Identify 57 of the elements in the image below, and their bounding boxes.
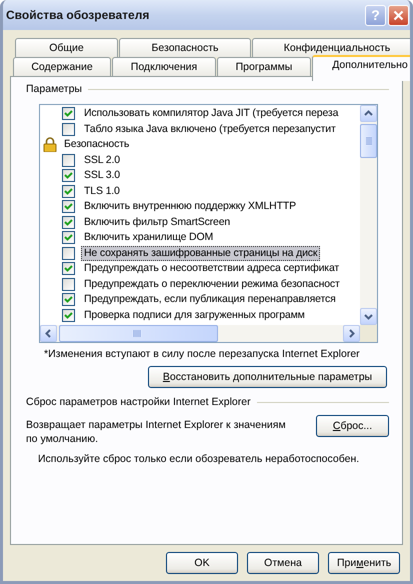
cancel-button[interactable]: Отмена <box>247 552 319 574</box>
checkbox[interactable] <box>62 107 75 120</box>
tab[interactable]: Содержание <box>13 57 111 76</box>
restore-defaults-button[interactable]: Восстановить дополнительные параметры <box>148 366 387 388</box>
setting-label[interactable]: Включить внутреннюю поддержку XMLHTTP <box>81 199 299 214</box>
reset-description: Возвращает параметры Internet Explorer к значениям по умолчанию. <box>26 418 287 446</box>
tab[interactable]: Программы <box>217 57 311 76</box>
scroll-thumb[interactable] <box>59 325 218 342</box>
category-label: Безопасность <box>63 137 130 152</box>
setting-label[interactable]: SSL 3.0 <box>81 168 123 184</box>
ok-button[interactable]: OK <box>166 552 238 574</box>
checkbox[interactable] <box>62 231 75 244</box>
restart-note: *Изменения вступают в силу после перезапуска Internet Explorer <box>44 348 361 360</box>
checkbox[interactable] <box>62 200 75 214</box>
setting-label[interactable]: Предупреждать о переключении режима безопасност <box>81 276 343 292</box>
setting-label[interactable]: Табло языка Java включено (требуется перезапустит <box>81 122 339 137</box>
checkbox[interactable] <box>62 246 75 260</box>
group-title: Параметры <box>26 83 82 95</box>
scroll-down-button[interactable] <box>360 308 377 325</box>
setting-label[interactable]: Проверка подписи для загруженных программ <box>81 308 308 323</box>
scroll-right-button[interactable] <box>343 325 360 342</box>
window-title: Свойства обозревателя <box>6 8 150 22</box>
tab[interactable]: Безопасность <box>119 38 251 57</box>
setting-label[interactable]: Включить хранилище DOM <box>81 230 216 246</box>
close-icon <box>393 10 404 20</box>
checkbox[interactable] <box>62 184 75 198</box>
reset-warning: Используйте сброс только если обозреватель неработоспособен. <box>38 453 360 465</box>
checkbox[interactable] <box>62 278 75 291</box>
setting-label[interactable]: Использовать компилятор Java JIT (требуется переза <box>81 106 342 122</box>
scroll-up-button[interactable] <box>360 105 377 122</box>
checkbox[interactable] <box>62 122 75 136</box>
lock-icon <box>43 137 57 152</box>
checkbox[interactable] <box>62 216 75 229</box>
setting-label[interactable]: Предупреждать, если публикация перенаправляется <box>81 292 339 308</box>
setting-label[interactable]: Включить фильтр SmartScreen <box>81 214 234 230</box>
tab[interactable]: Общие <box>15 38 118 57</box>
setting-label[interactable]: Предупреждать о несоответствии адреса сертификат <box>81 261 342 276</box>
setting-label[interactable]: Не сохранять зашифрованные страницы на диск <box>81 246 320 261</box>
close-button[interactable] <box>388 4 409 26</box>
checkbox[interactable] <box>62 293 75 306</box>
tab[interactable]: Подключения <box>112 57 216 76</box>
setting-label[interactable]: SSL 2.0 <box>81 152 123 168</box>
scroll-left-button[interactable] <box>40 325 57 342</box>
checkbox[interactable] <box>62 308 75 322</box>
checkbox[interactable] <box>62 154 75 167</box>
apply-button[interactable]: Применить <box>328 552 400 574</box>
group-title: Сброс параметров настройки Internet Explorer <box>26 396 251 408</box>
reset-button[interactable]: Сброс... <box>316 415 389 437</box>
checkbox[interactable] <box>62 262 75 276</box>
tab[interactable]: Конфиденциальность <box>252 38 410 57</box>
vertical-scrollbar[interactable] <box>360 105 377 325</box>
setting-label[interactable]: TLS 1.0 <box>81 184 123 199</box>
horizontal-scrollbar[interactable] <box>40 325 360 342</box>
scrollbar-corner <box>360 325 377 342</box>
tab[interactable]: Дополнительно <box>312 55 410 81</box>
scroll-thumb[interactable] <box>360 124 377 158</box>
checkbox[interactable] <box>62 169 75 182</box>
